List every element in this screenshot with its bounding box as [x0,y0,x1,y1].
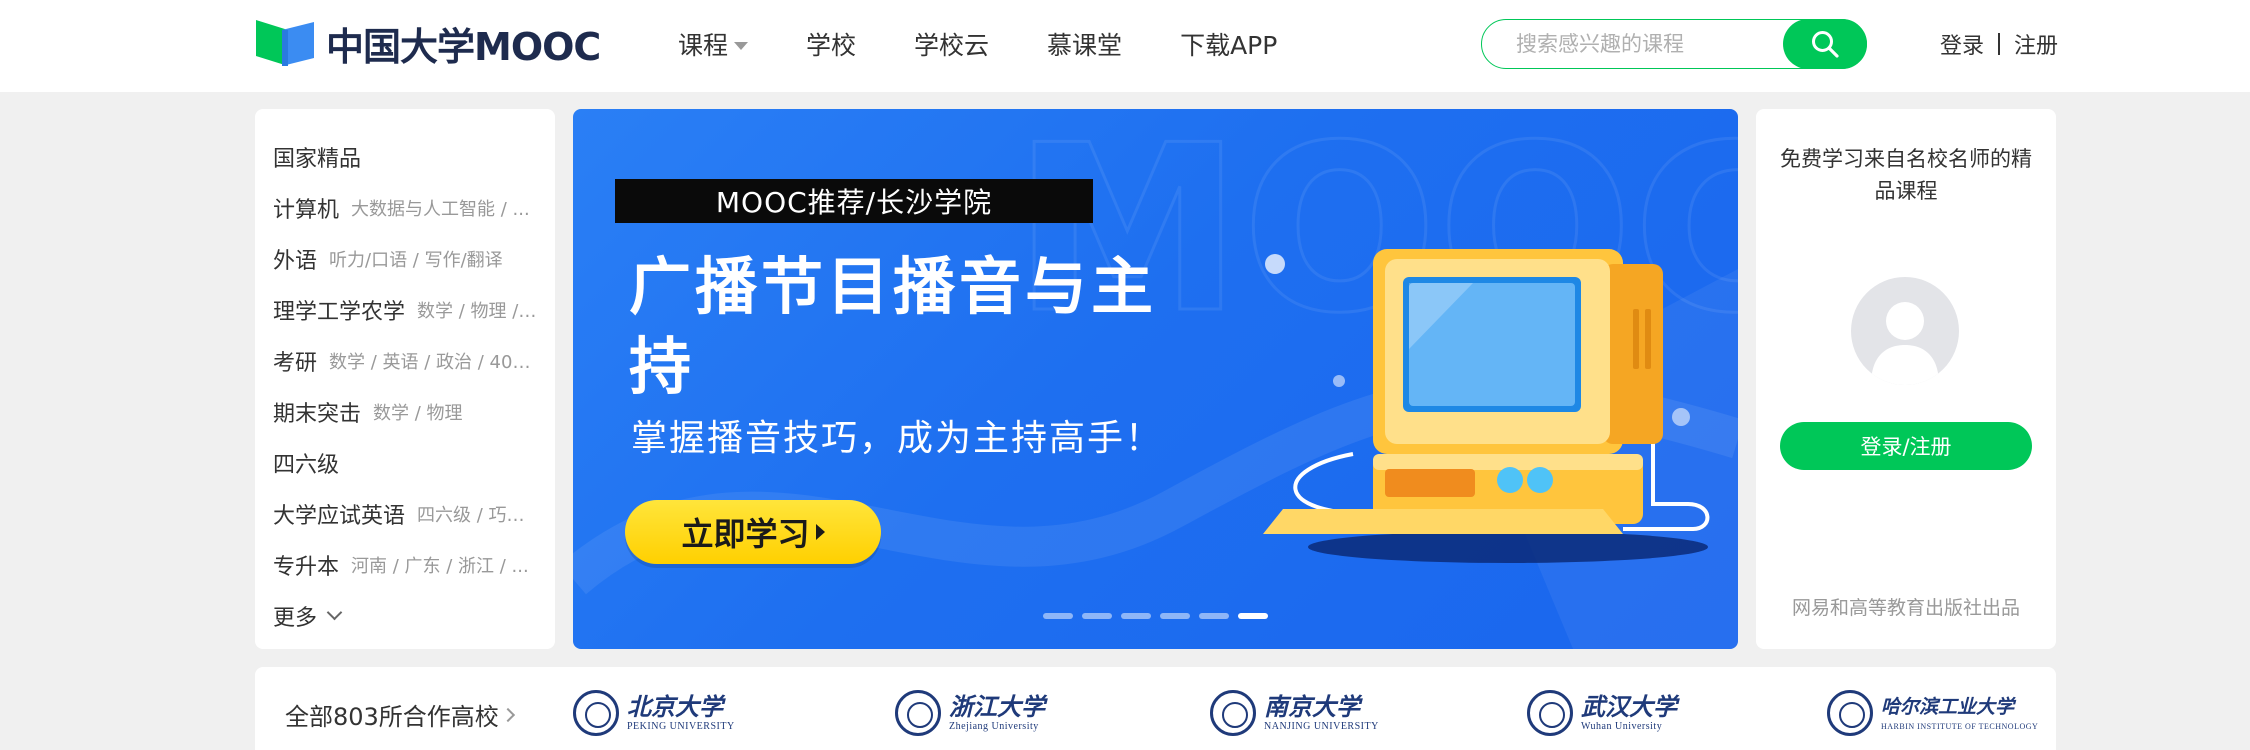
school-name-en: HARBIN INSTITUTE OF TECHNOLOGY [1881,722,2039,731]
school-logo-peking[interactable]: 北京大学 PEKING UNIVERSITY [573,687,735,739]
carousel-dot[interactable] [1199,613,1229,619]
logo-text: 中国大学MOOC [326,24,601,69]
category-item[interactable]: 外语 听力/口语 / 写作/翻译 [273,233,537,284]
category-item[interactable]: 大学应试英语 四六级 / 巧记... [273,488,537,539]
category-sublabel: 四六级 / 巧记... [417,504,537,526]
login-link[interactable]: 登录 [1940,28,1984,60]
school-name-cn: 浙江大学 [949,692,1045,721]
school-name-cn: 武汉大学 [1581,692,1677,721]
carousel-dot[interactable] [1082,613,1112,619]
more-label: 更多 [273,605,318,631]
category-label: 国家精品 [273,146,362,172]
all-schools-link[interactable]: 全部803所合作高校 [285,697,515,732]
login-panel: 免费学习来自名校名师的精品课程 登录/注册 网易和高等教育出版社出品 [1756,109,2056,649]
partner-schools-strip: 全部803所合作高校 北京大学 PEKING UNIVERSITY 浙江大学 Z… [255,667,2056,750]
category-label: 计算机 [273,197,340,223]
caret-down-icon [734,41,749,50]
chevron-right-icon [500,707,515,722]
school-name-cn: 哈尔滨工业大学 [1881,696,2015,718]
nav-item-download-app[interactable]: 下载APP [1180,26,1277,62]
category-item[interactable]: 计算机 大数据与人工智能 / ... [273,182,537,233]
category-item[interactable]: 期末突击 数学 / 物理 [273,386,537,437]
divider [1998,33,2001,55]
carousel-dot[interactable] [1121,613,1151,619]
nav-item-courses[interactable]: 课程 [678,26,749,62]
search-box [1481,19,1867,69]
category-label: 理学工学农学 [273,299,406,325]
publisher-note: 网易和高等教育出版社出品 [1791,597,2020,619]
top-header: 中国大学MOOC 课程 学校 学校云 慕课堂 下载APP 登录 [0,0,2250,92]
category-label: 专升本 [273,554,340,580]
school-seal-icon [1210,690,1256,736]
school-name-cn: 北京大学 [627,692,723,721]
start-learning-button[interactable]: 立即学习 [625,500,881,564]
all-schools-label: 全部803所合作高校 [285,703,499,731]
nav-item-label: 学校 [806,31,857,60]
category-sublabel: 数学 / 英语 / 政治 / 408... [329,351,537,373]
nav-item-schools[interactable]: 学校 [806,26,856,62]
login-register-button[interactable]: 登录/注册 [1780,422,2032,470]
nav-item-label: 下载APP [1180,31,1278,60]
search-button[interactable] [1783,19,1867,69]
register-link[interactable]: 注册 [2014,28,2058,60]
carousel-dot[interactable] [1160,613,1190,619]
carousel-dots [1043,613,1277,619]
banner-title: 广播节目播音与主持 [629,250,1158,403]
nav-item-label: 慕课堂 [1047,31,1123,60]
category-sublabel: 河南 / 广东 / 浙江 / ... [351,555,529,577]
carousel-dot[interactable] [1043,613,1073,619]
school-logo-nanjing[interactable]: 南京大学 NANJING UNIVERSITY [1210,687,1379,739]
category-sublabel: 听力/口语 / 写作/翻译 [329,249,503,271]
category-item[interactable]: 考研 数学 / 英语 / 政治 / 408... [273,335,537,386]
category-label: 外语 [273,248,318,274]
school-name-en: NANJING UNIVERSITY [1264,721,1379,732]
main-nav: 课程 学校 学校云 慕课堂 下载APP [678,22,1335,66]
nav-item-school-cloud[interactable]: 学校云 [914,26,989,62]
category-label: 考研 [273,350,318,376]
school-name-en: PEKING UNIVERSITY [627,721,735,732]
category-label: 大学应试英语 [273,503,406,529]
category-sublabel: 数学 / 物理 [373,402,463,424]
school-name-en: Wuhan University [1581,721,1663,732]
school-seal-icon [573,690,619,736]
school-name-en: Zhejiang University [949,721,1039,732]
nav-item-label: 课程 [678,31,729,60]
school-seal-icon [1527,690,1573,736]
login-promo-text: 免费学习来自名校名师的精品课程 [1780,147,2032,203]
school-logo-wuhan[interactable]: 武汉大学 Wuhan University [1527,687,1677,739]
avatar [1851,277,1959,385]
school-logo-zhejiang[interactable]: 浙江大学 Zhejiang University [895,687,1045,739]
banner-subtitle: 掌握播音技巧，成为主持高手！ [631,418,1164,459]
category-item[interactable]: 专升本 河南 / 广东 / 浙江 / ... [273,539,537,590]
school-seal-icon [895,690,941,736]
banner-tag: MOOC推荐/长沙学院 [615,179,1093,223]
logo-mark-icon [254,18,316,68]
carousel-dot-active[interactable] [1238,613,1268,619]
categories-more-button[interactable]: 更多 [273,590,537,641]
start-learning-label: 立即学习 [681,515,810,553]
category-label: 四六级 [273,452,340,478]
chevron-down-icon [326,604,343,621]
category-item[interactable]: 四六级 [273,437,537,488]
nav-item-mooc-class[interactable]: 慕课堂 [1047,26,1122,62]
default-user-icon [1871,302,1939,385]
category-item[interactable]: 理学工学农学 数学 / 物理 / ... [273,284,537,335]
play-arrow-icon [815,524,825,540]
search-icon [1812,31,1839,58]
site-logo[interactable]: 中国大学MOOC [254,18,601,69]
school-logo-harbin[interactable]: 哈尔滨工业大学 HARBIN INSTITUTE OF TECHNOLOGY [1827,687,2038,739]
search-input[interactable] [1516,20,1756,68]
category-item[interactable]: 国家精品 [273,131,537,182]
hero-banner[interactable]: MOOC MOOC推荐/长沙学院 广播节目播音与主持 掌握播音技巧，成为主持高手… [573,109,1738,649]
school-name-cn: 南京大学 [1264,692,1360,721]
school-seal-icon [1827,690,1873,736]
category-panel: 国家精品 计算机 大数据与人工智能 / ... 外语 听力/口语 / 写作/翻译… [255,109,555,649]
category-sublabel: 大数据与人工智能 / ... [351,198,530,220]
category-sublabel: 数学 / 物理 / ... [417,300,537,322]
nav-item-label: 学校云 [914,31,990,60]
auth-links: 登录 注册 [1940,28,2058,60]
category-label: 期末突击 [273,401,362,427]
